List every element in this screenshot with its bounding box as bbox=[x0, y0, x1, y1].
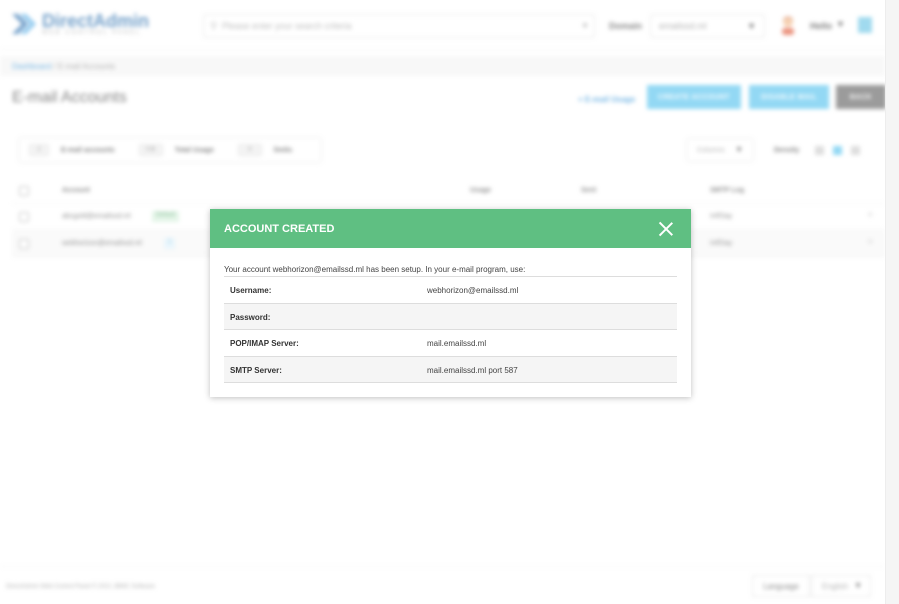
info-key: SMTP Server: bbox=[230, 365, 282, 375]
account-info-table: Username: webhorizon@emailssd.ml Passwor… bbox=[224, 276, 677, 383]
info-row-username: Username: webhorizon@emailssd.ml bbox=[224, 277, 677, 304]
info-value: mail.emailssd.ml port 587 bbox=[427, 365, 518, 375]
dialog-header: ACCOUNT CREATED bbox=[210, 209, 691, 248]
info-key: Username: bbox=[230, 286, 272, 295]
page: DirectAdmin WEB CONTROL PANEL ⚲ Please e… bbox=[0, 0, 899, 604]
dialog-title: ACCOUNT CREATED bbox=[224, 223, 335, 235]
dialog-intro-text: Your account webhorizon@emailssd.ml has … bbox=[224, 265, 526, 274]
info-row-pop-imap: POP/IMAP Server: mail.emailssd.ml bbox=[224, 330, 677, 357]
info-row-smtp: SMTP Server: mail.emailssd.ml port 587 bbox=[224, 356, 677, 383]
info-value: mail.emailssd.ml bbox=[427, 339, 487, 348]
account-created-dialog: ACCOUNT CREATED Your account webhorizon@… bbox=[210, 209, 691, 397]
close-icon[interactable] bbox=[658, 221, 674, 237]
info-row-password: Password: bbox=[224, 303, 677, 330]
info-key: POP/IMAP Server: bbox=[230, 339, 299, 348]
info-value: webhorizon@emailssd.ml bbox=[427, 286, 519, 295]
info-key: Password: bbox=[230, 312, 271, 322]
